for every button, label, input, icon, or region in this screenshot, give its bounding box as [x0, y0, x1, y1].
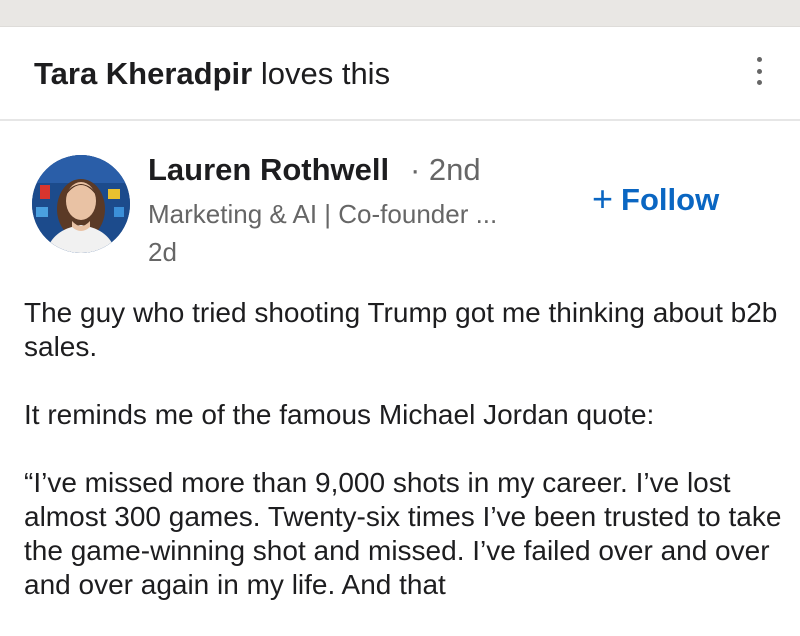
activity-actor-name[interactable]: Tara Kheradpir [34, 56, 252, 91]
avatar-photo [32, 155, 130, 253]
post-timestamp: 2d [148, 237, 177, 267]
follow-button[interactable]: + Follow [592, 178, 720, 220]
activity-text: Tara Kheradpir loves this [34, 55, 390, 93]
activity-header: Tara Kheradpir loves this [0, 27, 800, 121]
follow-label: Follow [621, 182, 720, 217]
top-strip [0, 0, 800, 27]
connection-degree: · 2nd [410, 152, 481, 187]
three-dots-vertical-icon[interactable] [744, 53, 774, 89]
post-paragraph: It reminds me of the famous Michael Jord… [24, 399, 655, 430]
post-paragraph: The guy who tried shooting Trump got me … [24, 297, 778, 362]
avatar[interactable] [32, 155, 130, 253]
author-headline: Marketing & AI | Co-founder ... [148, 199, 498, 229]
post-body: The guy who tried shooting Trump got me … [24, 296, 794, 636]
author-name[interactable]: Lauren Rothwell [148, 151, 389, 189]
activity-action: loves this [260, 56, 391, 91]
post-paragraph: “I’ve missed more than 9,000 shots in my… [24, 467, 782, 600]
plus-icon: + [592, 178, 614, 219]
